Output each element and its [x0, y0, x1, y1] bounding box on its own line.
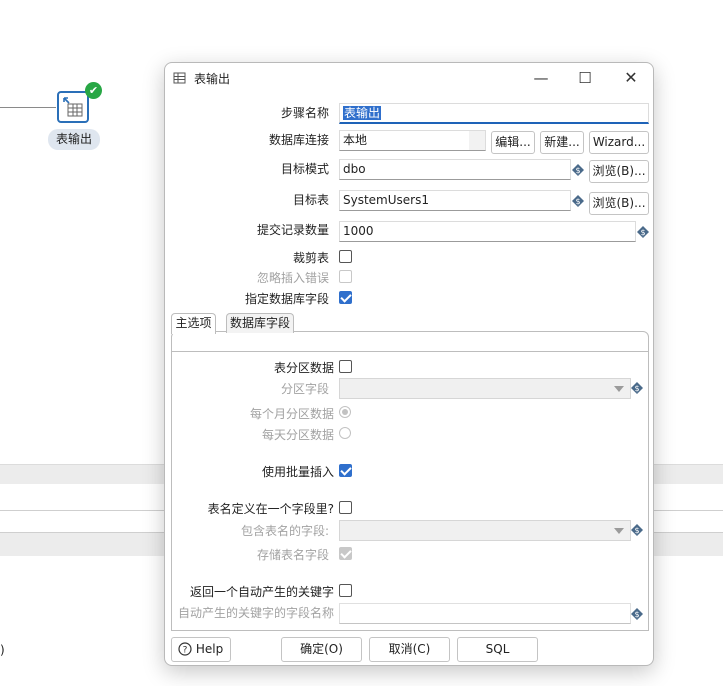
batch-insert-checkbox[interactable] [339, 464, 352, 477]
variable-icon[interactable]: $ [572, 164, 584, 176]
db-connection-select[interactable]: 本地 [339, 130, 486, 151]
browse-schema-button[interactable]: 浏览(B)... [589, 160, 649, 183]
truncate-table-checkbox[interactable] [339, 250, 352, 263]
partition-field-label: 分区字段 [280, 382, 329, 396]
close-button[interactable]: ✕ [615, 67, 647, 89]
ok-button[interactable]: 确定(O) [281, 637, 362, 662]
table-name-in-field-checkbox[interactable] [339, 501, 352, 514]
specify-db-fields-label: 指定数据库字段 [244, 292, 329, 306]
help-button[interactable]: ? Help [171, 637, 231, 662]
dialog-title: 表输出 [194, 72, 231, 86]
svg-text:$: $ [575, 197, 580, 206]
auto-key-field-label: 自动产生的关键字的字段名称 [177, 606, 334, 620]
monthly-partition-label: 每个月分区数据 [249, 407, 334, 421]
step-label[interactable]: 表输出 [48, 129, 100, 150]
db-connection-label: 数据库连接 [268, 133, 329, 147]
target-table-input[interactable]: SystemUsers1 [339, 190, 571, 211]
browse-table-button[interactable]: 浏览(B)... [589, 192, 649, 215]
maximize-button[interactable]: ☐ [569, 67, 601, 89]
partition-field-select[interactable] [339, 378, 631, 399]
return-auto-key-label: 返回一个自动产生的关键字 [189, 585, 334, 599]
chevron-down-icon [614, 528, 624, 534]
table-output-step-icon[interactable] [57, 91, 89, 123]
svg-text:$: $ [575, 166, 580, 175]
cancel-button[interactable]: 取消(C) [369, 637, 450, 662]
target-schema-input[interactable]: dbo [339, 159, 571, 180]
tab-database-fields[interactable]: 数据库字段 [226, 313, 294, 333]
help-icon: ? [178, 642, 192, 656]
target-schema-label: 目标模式 [280, 162, 329, 176]
dialog-titlebar[interactable]: 表输出 — ☐ ✕ [165, 63, 653, 93]
daily-partition-label: 每天分区数据 [261, 428, 334, 442]
db-connection-value: 本地 [343, 133, 368, 147]
help-label: Help [195, 642, 224, 656]
daily-partition-radio[interactable] [339, 427, 351, 439]
svg-text:$: $ [640, 228, 645, 237]
hop-line [0, 107, 56, 108]
table-output-dialog: 表输出 — ☐ ✕ 步骤名称 表输出 数据库连接 本地 编辑... 新建... … [164, 62, 654, 666]
step-name-value: 表输出 [343, 106, 382, 120]
commit-size-value: 1000 [343, 224, 374, 238]
combo-dropdown-area [469, 131, 485, 150]
wizard-button[interactable]: Wizard... [589, 131, 649, 154]
partition-data-label: 表分区数据 [273, 361, 334, 375]
table-name-in-field-label: 表名定义在一个字段里? [207, 502, 334, 516]
variable-icon[interactable]: $ [637, 226, 649, 238]
ignore-insert-errors-label: 忽略插入错误 [256, 271, 329, 285]
batch-insert-label: 使用批量插入 [261, 465, 334, 479]
target-table-value: SystemUsers1 [343, 193, 429, 207]
table-name-field-select[interactable] [339, 520, 631, 541]
table-grid-icon [63, 97, 83, 117]
auto-key-field-input[interactable] [339, 603, 631, 624]
specify-db-fields-checkbox[interactable] [339, 291, 352, 304]
step-name-input[interactable]: 表输出 [339, 103, 649, 124]
store-table-name-label: 存储表名字段 [256, 548, 329, 562]
monthly-partition-radio[interactable] [339, 406, 351, 418]
tab-strip-divider [171, 351, 649, 352]
variable-icon[interactable]: $ [631, 382, 643, 394]
chevron-down-icon [614, 386, 624, 392]
ignore-insert-errors-checkbox[interactable] [339, 270, 352, 283]
table-output-icon [173, 72, 186, 84]
svg-text:$: $ [634, 526, 639, 535]
sql-button[interactable]: SQL [457, 637, 538, 662]
target-table-label: 目标表 [292, 193, 329, 207]
step-name-label: 步骤名称 [280, 106, 329, 120]
svg-text:?: ? [183, 646, 188, 656]
svg-text:$: $ [634, 384, 639, 393]
commit-size-input[interactable]: 1000 [339, 221, 636, 242]
new-connection-button[interactable]: 新建... [540, 131, 584, 154]
variable-icon[interactable]: $ [572, 195, 584, 207]
edit-connection-button[interactable]: 编辑... [491, 131, 535, 154]
target-schema-value: dbo [343, 162, 366, 176]
variable-icon[interactable]: $ [631, 524, 643, 536]
tab-main-options[interactable]: 主选项 [171, 313, 216, 334]
return-auto-key-checkbox[interactable] [339, 584, 352, 597]
store-table-name-checkbox[interactable] [339, 547, 352, 560]
minimize-button[interactable]: — [525, 67, 557, 89]
commit-size-label: 提交记录数量 [256, 223, 329, 237]
variable-icon[interactable]: $ [631, 608, 643, 620]
svg-text:$: $ [634, 610, 639, 619]
check-success-icon: ✔ [85, 82, 102, 99]
truncate-table-label: 裁剪表 [292, 251, 329, 265]
partition-data-checkbox[interactable] [339, 360, 352, 373]
log-text: ) [0, 643, 5, 657]
table-name-field-label: 包含表名的字段: [240, 524, 329, 538]
